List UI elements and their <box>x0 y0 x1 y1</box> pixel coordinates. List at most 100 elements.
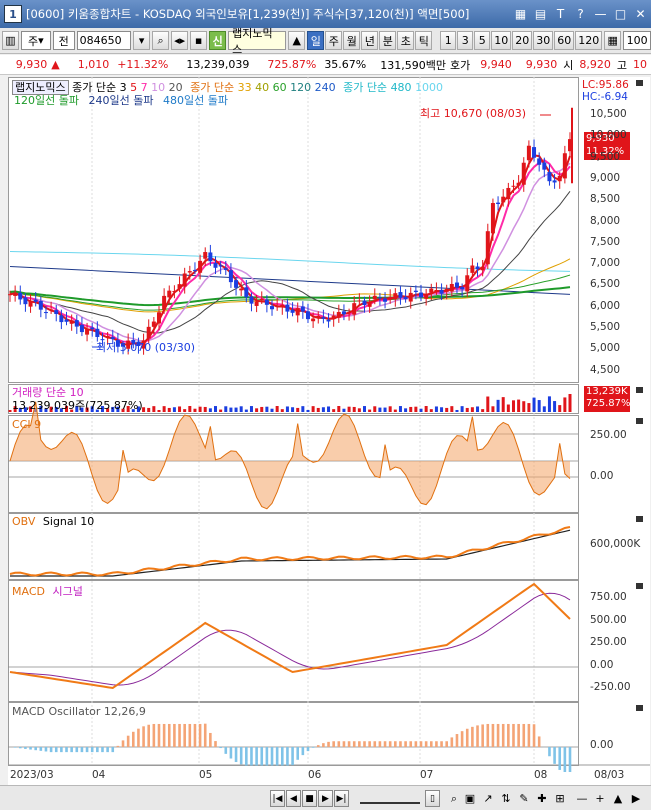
question-icon[interactable]: ? <box>572 5 589 22</box>
osc-bar <box>347 741 351 747</box>
osc-bar <box>296 747 300 760</box>
tab-period[interactable]: 분 <box>379 31 397 50</box>
volume-bar <box>219 409 223 412</box>
osc-bar <box>183 723 186 747</box>
drawing-icon[interactable]: ✎ <box>516 790 532 807</box>
candle-body <box>223 268 228 270</box>
osc-bar <box>537 736 541 747</box>
layout-icon[interactable]: ▥ <box>2 31 19 50</box>
interval-button[interactable]: 30 <box>533 31 554 50</box>
settings-icon[interactable]: ▦ <box>604 31 622 50</box>
candle-body <box>321 317 326 319</box>
zoom-in-icon[interactable]: + <box>592 790 608 807</box>
maximize-icon[interactable]: □ <box>612 5 629 22</box>
tab-period[interactable]: 초 <box>397 31 415 50</box>
osc-bar <box>126 735 130 747</box>
osc-bar <box>80 747 84 753</box>
osc-bar <box>18 747 22 749</box>
osc-bar <box>101 747 104 753</box>
prev-select[interactable]: 전 <box>52 31 75 50</box>
help-icon[interactable]: T <box>552 5 569 22</box>
interval-button[interactable]: 5 <box>474 31 491 50</box>
candle-body <box>187 271 192 273</box>
candle-body <box>192 269 197 271</box>
volume-bar <box>393 409 397 412</box>
trend-icon[interactable]: ↗ <box>480 790 496 807</box>
volume-bar <box>167 407 171 412</box>
zoom-select-icon[interactable]: ⊞ <box>552 790 568 807</box>
osc-bar <box>332 741 335 747</box>
chart-svg[interactable] <box>8 77 650 785</box>
zoom-slider[interactable] <box>360 792 420 804</box>
calculator-icon[interactable]: ▦ <box>512 5 529 22</box>
chart-area[interactable]: 랩지노믹스 종가 단순 3 5 7 10 20 종가 단순 33 40 60 1… <box>8 77 650 785</box>
scroll-prev-icon[interactable]: ◀ <box>286 790 301 807</box>
volume-bar <box>239 406 243 412</box>
close-icon[interactable]: ✕ <box>632 5 649 22</box>
volume-bar <box>306 409 310 412</box>
code-dropdown-icon[interactable]: ▾ <box>133 31 151 50</box>
candle-body <box>300 306 305 312</box>
candle-body <box>146 326 151 339</box>
scroll-last-icon[interactable]: ▶| <box>334 790 349 807</box>
period-label: 주 <box>28 34 39 48</box>
osc-bar <box>363 741 366 747</box>
tab-period[interactable]: 일 <box>307 31 325 50</box>
hc-value: HC:-6.94 <box>582 91 628 103</box>
scroll-first-icon[interactable]: |◀ <box>270 790 285 807</box>
crosshair-icon[interactable]: ✚ <box>534 790 550 807</box>
interval-button[interactable]: 120 <box>575 31 603 50</box>
volume-bar <box>568 394 572 412</box>
minimize-icon[interactable]: — <box>592 5 609 22</box>
search-icon[interactable]: ⌕ <box>152 31 170 50</box>
interval-button[interactable]: 3 <box>457 31 474 50</box>
osc-bar <box>486 723 490 747</box>
volume-bar <box>491 406 495 412</box>
osc-bar <box>465 728 469 747</box>
volume-bar <box>178 406 182 412</box>
compare-icon[interactable]: ⇅ <box>498 790 514 807</box>
candle-body <box>203 252 208 259</box>
lock-icon[interactable]: ▪ <box>190 31 208 50</box>
osc-bar <box>209 732 212 747</box>
period-select[interactable]: 주 ▾ <box>21 31 51 50</box>
stock-code-input[interactable]: 084650 <box>76 31 132 50</box>
tab-period[interactable]: 주 <box>325 31 343 50</box>
tab-period[interactable]: 월 <box>343 31 361 50</box>
sound-icon[interactable]: ◂▸ <box>171 31 189 50</box>
zoom-out-icon[interactable]: — <box>574 790 590 807</box>
volume-bar <box>183 409 187 412</box>
magnify-icon[interactable]: ⌕ <box>446 790 462 807</box>
price-tick: 6,500 <box>590 278 621 291</box>
osc-bar <box>394 741 397 747</box>
interval-button[interactable]: 20 <box>512 31 533 50</box>
interval-button[interactable]: 60 <box>554 31 575 50</box>
volume-bar <box>280 409 284 412</box>
grid-icon[interactable]: ▤ <box>532 5 549 22</box>
interval-button[interactable]: 10 <box>491 31 512 50</box>
price-info-bar: 9,930 ▲ 1,010 +11.32% 13,239,039 725.87%… <box>0 55 651 75</box>
tab-period[interactable]: 년 <box>361 31 379 50</box>
candle-body <box>264 299 269 305</box>
shape-icon[interactable]: ▲ <box>288 31 306 50</box>
candle-body <box>74 320 79 327</box>
zoom-handle-icon[interactable]: ▯ <box>425 790 440 807</box>
candle-body <box>305 311 310 320</box>
osc-bar <box>286 747 289 766</box>
scroll-pause-icon[interactable]: ■ <box>302 790 317 807</box>
interval-button[interactable]: 1 <box>440 31 457 50</box>
candle-body <box>537 158 542 165</box>
chart-tool-icon[interactable]: ▣ <box>462 790 478 807</box>
high-price: 10 <box>633 58 647 71</box>
scroll-right-icon[interactable]: ▶ <box>628 790 644 807</box>
scroll-end-icon[interactable]: ▲ <box>610 790 626 807</box>
current-price: 9,930 <box>15 58 48 71</box>
scroll-next-icon[interactable]: ▶ <box>318 790 333 807</box>
volume-bar <box>342 408 346 412</box>
count-input[interactable]: 100 <box>623 31 651 50</box>
volume-bar <box>373 406 377 412</box>
x-axis-label: 07 <box>420 769 434 781</box>
candle-body <box>341 311 346 315</box>
tab-period[interactable]: 틱 <box>415 31 433 50</box>
volume-badge-pct: 725.87% <box>586 398 631 409</box>
